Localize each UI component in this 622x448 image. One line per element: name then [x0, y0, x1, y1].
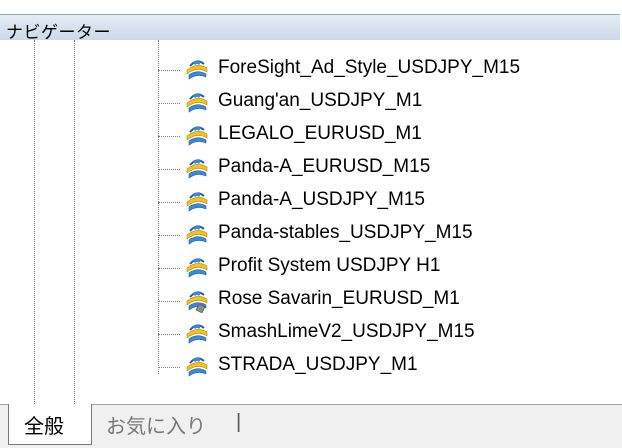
tree-item-expert[interactable]: Rose Savarin_EURUSD_M1: [158, 285, 610, 315]
tree-item-label: Panda-A_USDJPY_M15: [218, 189, 425, 210]
tab-separator: |: [236, 411, 242, 433]
tree-item-expert[interactable]: Guang'an_USDJPY_M1: [158, 87, 610, 117]
tree-guide-line: [74, 40, 75, 404]
tree-item-expert[interactable]: ForeSight_Ad_Style_USDJPY_M15: [158, 54, 610, 84]
tree-branch-line: [158, 40, 159, 374]
navigator-title-bar[interactable]: ナビゲーター: [0, 14, 620, 42]
navigator-tree[interactable]: ForeSight_Ad_Style_USDJPY_M15 Guang'an_U…: [0, 40, 622, 404]
expert-advisor-icon: [186, 126, 208, 146]
tree-item-expert[interactable]: Profit System USDJPY H1: [158, 252, 610, 282]
tree-guide-line: [34, 40, 35, 404]
tree-item-expert[interactable]: Panda-A_EURUSD_M15: [158, 153, 610, 183]
expert-advisor-icon: [186, 324, 208, 344]
tree-item-expert[interactable]: Panda-stables_USDJPY_M15: [158, 219, 610, 249]
window-top-edge: [0, 0, 622, 14]
tree-item-label: Panda-stables_USDJPY_M15: [218, 222, 473, 243]
expert-advisor-icon: [186, 159, 208, 179]
expert-advisor-gray-icon: [186, 291, 208, 313]
expert-advisor-icon: [186, 225, 208, 245]
tree-item-label: ForeSight_Ad_Style_USDJPY_M15: [218, 57, 521, 78]
expert-advisor-icon: [186, 357, 208, 377]
tree-item-expert[interactable]: Panda-A_USDJPY_M15: [158, 186, 610, 216]
expert-advisor-icon: [186, 93, 208, 113]
tree-item-expert[interactable]: STRADA_USDJPY_M1: [158, 351, 610, 381]
tree-item-label: Guang'an_USDJPY_M1: [218, 90, 423, 111]
expert-advisor-icon: [186, 60, 208, 80]
tree-item-label: SmashLimeV2_USDJPY_M15: [218, 321, 475, 342]
tree-item-expert[interactable]: LEGALO_EURUSD_M1: [158, 120, 610, 150]
tab-general[interactable]: 全般: [8, 404, 92, 445]
expert-advisor-icon: [186, 192, 208, 212]
tree-item-label: Rose Savarin_EURUSD_M1: [218, 288, 460, 309]
navigator-tab-bar: 全般 お気に入り |: [0, 404, 622, 448]
expert-advisor-icon: [186, 258, 208, 278]
tree-item-label: Profit System USDJPY H1: [218, 255, 441, 276]
tree-item-label: STRADA_USDJPY_M1: [218, 354, 418, 375]
tree-item-label: LEGALO_EURUSD_M1: [218, 123, 422, 144]
tree-item-label: Panda-A_EURUSD_M15: [218, 156, 431, 177]
tab-general-label: 全般: [24, 416, 64, 438]
tree-item-expert[interactable]: SmashLimeV2_USDJPY_M15: [158, 318, 610, 348]
tab-favorites[interactable]: お気に入り: [106, 410, 206, 439]
